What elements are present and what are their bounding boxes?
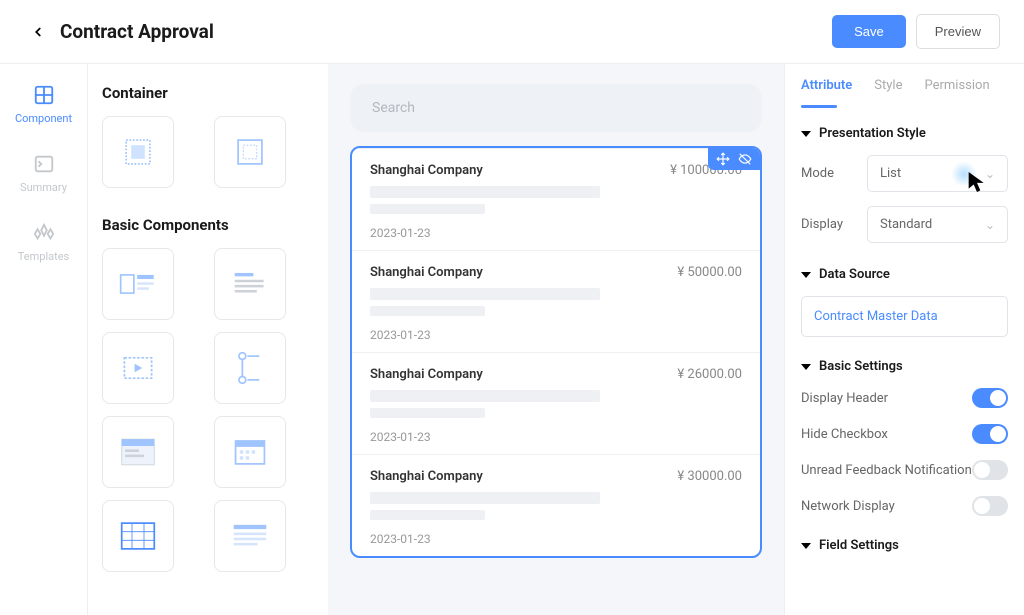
placeholder-bar <box>370 390 600 402</box>
panel-icon <box>120 437 156 467</box>
tab-style[interactable]: Style <box>874 78 902 99</box>
back-button[interactable] <box>24 18 52 46</box>
component-tile-table[interactable] <box>102 500 174 572</box>
rail-item-component[interactable]: Component <box>15 84 72 125</box>
mode-label: Mode <box>801 166 867 181</box>
table-icon <box>120 521 156 551</box>
datasource-link[interactable]: Contract Master Data <box>801 296 1008 337</box>
placeholder-bar <box>370 186 600 198</box>
section-field[interactable]: Field Settings <box>801 538 1008 553</box>
page-title: Contract Approval <box>60 20 832 43</box>
canvas: Search Shanghai Company¥ 100000.00 2023-… <box>328 64 784 615</box>
item-date: 2023-01-23 <box>370 226 742 240</box>
components-panel: Container Basic Components <box>88 64 328 615</box>
unread-feedback-label: Unread Feedback Notification <box>801 463 972 478</box>
header: Contract Approval Save Preview <box>0 0 1024 64</box>
unread-feedback-toggle[interactable] <box>972 460 1008 480</box>
timeline-icon <box>237 351 263 385</box>
caret-down-icon <box>801 543 811 549</box>
section-basic[interactable]: Basic Settings <box>801 359 1008 374</box>
container-tile-1[interactable] <box>102 116 174 188</box>
component-toolbar <box>708 148 760 170</box>
container-tile-2[interactable] <box>214 116 286 188</box>
item-name: Shanghai Company <box>370 469 483 484</box>
list-item: Shanghai Company¥ 100000.00 2023-01-23 <box>352 148 760 250</box>
display-label: Display <box>801 217 867 232</box>
media-icon <box>121 354 155 382</box>
list-item: Shanghai Company ¥ 50000.00 2023-01-23 <box>352 250 760 352</box>
calendar-icon <box>233 437 267 467</box>
list-item: Shanghai Company ¥ 26000.00 2023-01-23 <box>352 352 760 454</box>
placeholder-bar <box>370 408 485 418</box>
component-tile-card[interactable] <box>102 248 174 320</box>
item-date: 2023-01-23 <box>370 532 742 546</box>
templates-icon <box>33 222 55 244</box>
component-tile-timeline[interactable] <box>214 332 286 404</box>
tab-underline <box>801 105 837 108</box>
item-amount: ¥ 26000.00 <box>677 367 742 382</box>
placeholder-bar <box>370 510 485 520</box>
list-component[interactable]: Shanghai Company¥ 100000.00 2023-01-23 S… <box>350 146 762 558</box>
properties-panel: Attribute Style Permission Presentation … <box>784 64 1024 615</box>
tab-permission[interactable]: Permission <box>924 78 989 99</box>
caret-down-icon <box>801 131 811 137</box>
network-display-label: Network Display <box>801 499 895 514</box>
caret-down-icon <box>801 272 811 278</box>
placeholder-bar <box>370 204 485 214</box>
text-icon <box>233 271 267 297</box>
placeholder-bar <box>370 288 600 300</box>
list-item: Shanghai Company ¥ 30000.00 2023-01-23 <box>352 454 760 556</box>
summary-icon <box>33 153 55 175</box>
chevron-down-icon: ⌄ <box>985 218 995 232</box>
component-tile-list[interactable] <box>214 500 286 572</box>
basic-section-title: Basic Components <box>102 216 314 234</box>
rail-item-summary[interactable]: Summary <box>20 153 67 194</box>
card-icon <box>119 269 157 299</box>
preview-button[interactable]: Preview <box>916 14 1000 49</box>
component-tile-media[interactable] <box>102 332 174 404</box>
container-section-title: Container <box>102 84 314 102</box>
item-name: Shanghai Company <box>370 163 483 178</box>
search-input[interactable]: Search <box>350 84 762 132</box>
item-date: 2023-01-23 <box>370 430 742 444</box>
save-button[interactable]: Save <box>832 15 906 48</box>
placeholder-bar <box>370 492 600 504</box>
component-tile-panel[interactable] <box>102 416 174 488</box>
display-select[interactable]: Standard ⌄ <box>867 206 1008 243</box>
component-tile-calendar[interactable] <box>214 416 286 488</box>
component-tile-text[interactable] <box>214 248 286 320</box>
item-amount: ¥ 30000.00 <box>677 469 742 484</box>
tab-attribute[interactable]: Attribute <box>801 78 852 99</box>
move-icon[interactable] <box>716 152 730 166</box>
mode-select[interactable]: List ⌄ <box>867 155 1008 192</box>
rail-item-templates[interactable]: Templates <box>18 222 69 263</box>
display-header-toggle[interactable] <box>972 388 1008 408</box>
section-datasource[interactable]: Data Source <box>801 267 1008 282</box>
left-rail: Component Summary Templates <box>0 64 88 615</box>
container-icon <box>121 135 155 169</box>
cursor-icon <box>967 170 987 194</box>
section-presentation[interactable]: Presentation Style <box>801 126 1008 141</box>
display-header-label: Display Header <box>801 391 888 406</box>
item-name: Shanghai Company <box>370 367 483 382</box>
caret-down-icon <box>801 364 811 370</box>
hide-checkbox-label: Hide Checkbox <box>801 427 888 442</box>
component-icon <box>33 84 55 106</box>
container-outline-icon <box>233 135 267 169</box>
network-display-toggle[interactable] <box>972 496 1008 516</box>
placeholder-bar <box>370 306 485 316</box>
item-name: Shanghai Company <box>370 265 483 280</box>
item-amount: ¥ 50000.00 <box>677 265 742 280</box>
item-date: 2023-01-23 <box>370 328 742 342</box>
hide-checkbox-toggle[interactable] <box>972 424 1008 444</box>
visibility-icon[interactable] <box>738 152 752 166</box>
list-icon <box>232 523 268 549</box>
